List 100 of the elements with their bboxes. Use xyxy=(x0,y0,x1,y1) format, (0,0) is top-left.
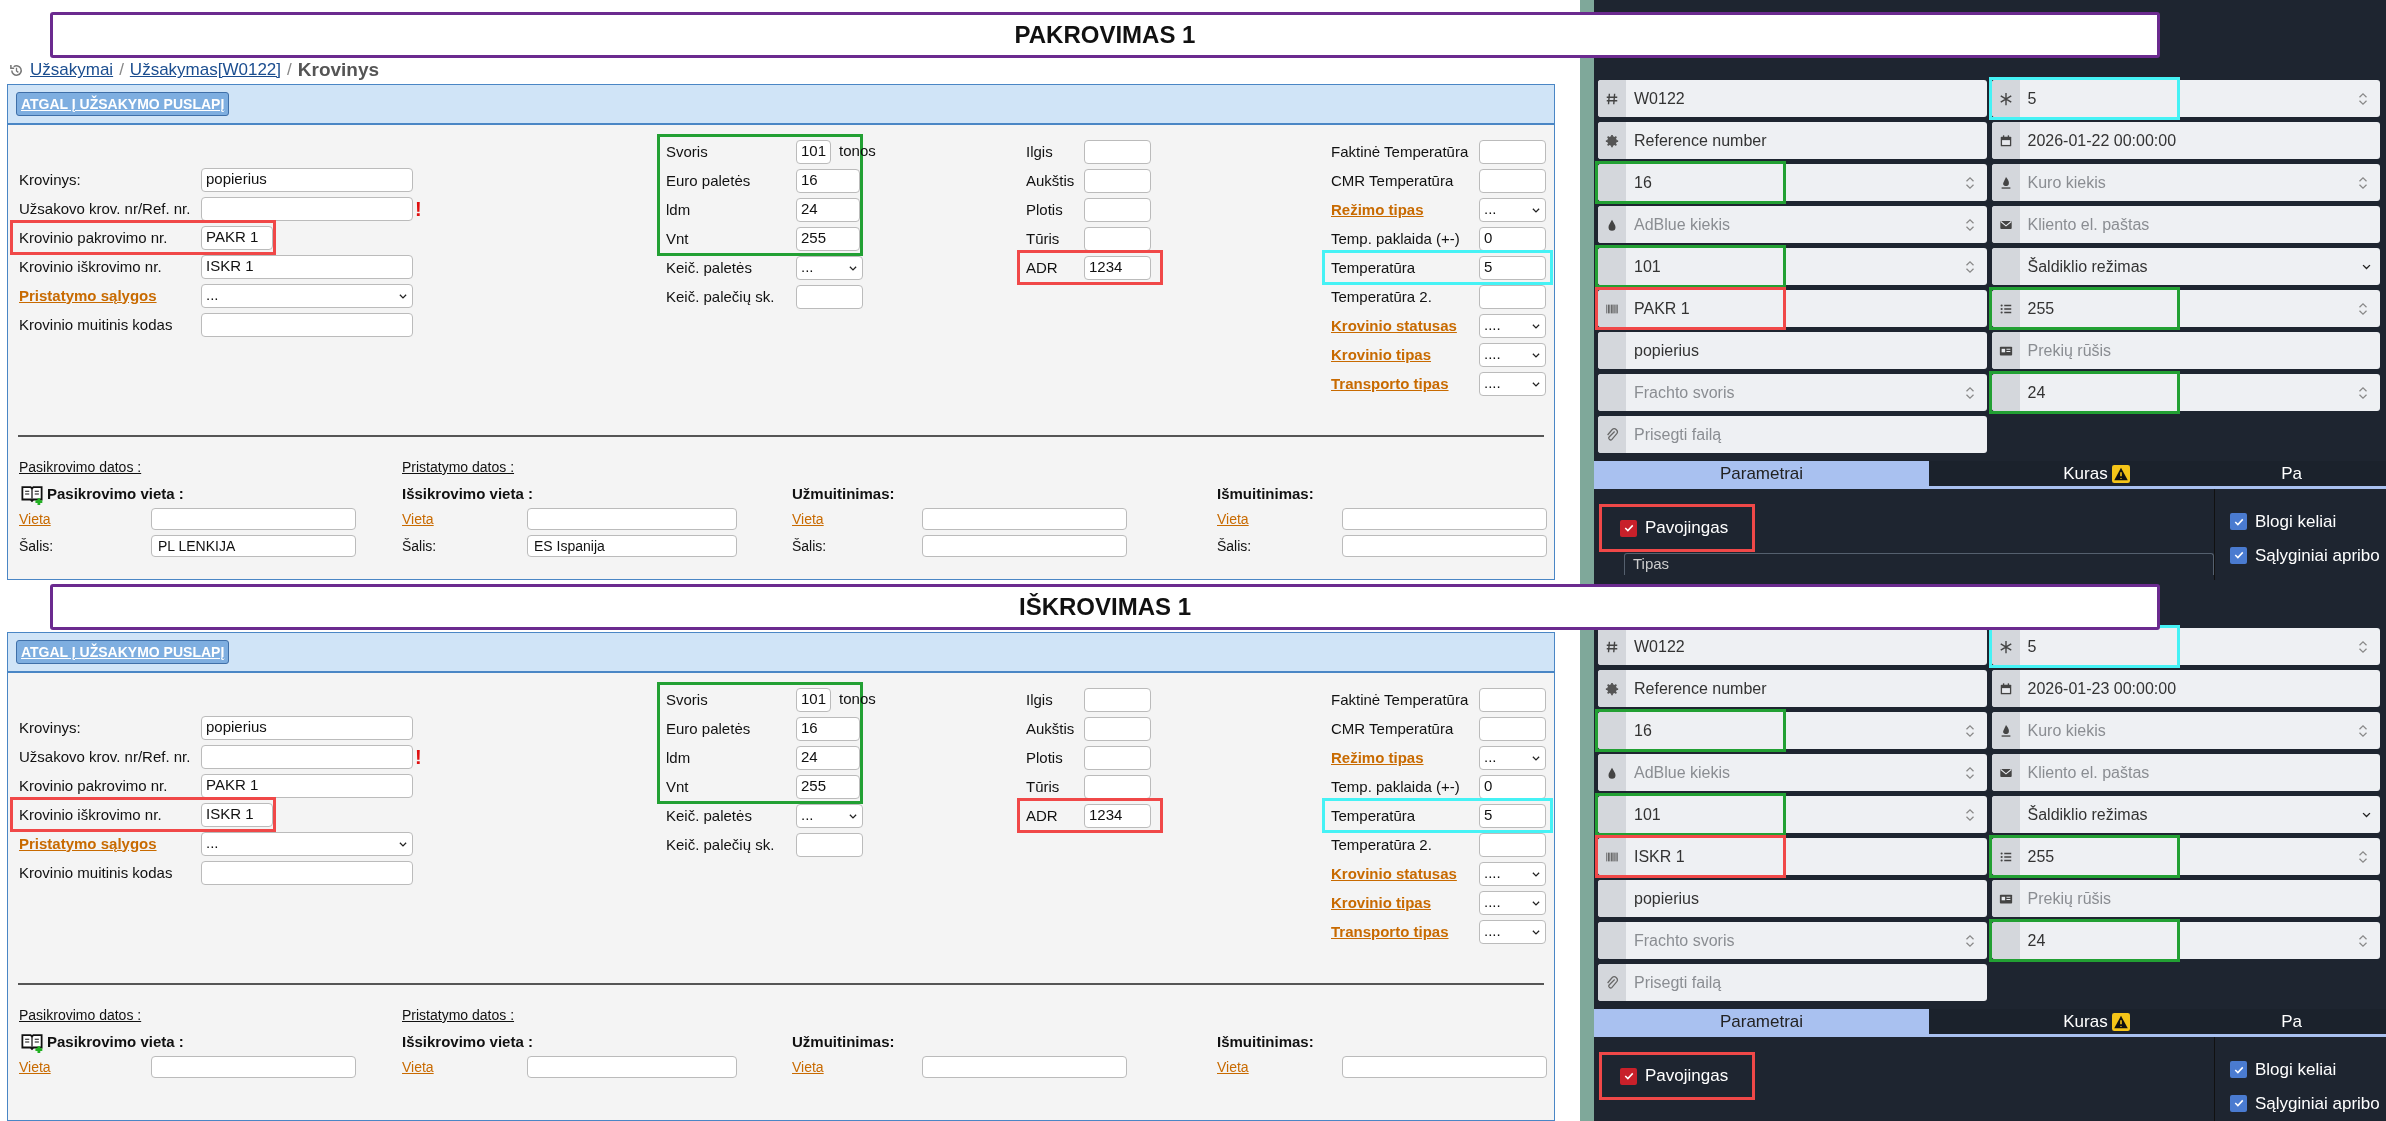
input-field[interactable]: ES Ispanija xyxy=(527,534,737,557)
tab[interactable]: Parametrai xyxy=(1594,1009,1929,1034)
dropdown[interactable]: .... xyxy=(1479,342,1546,367)
tab[interactable]: Kuras xyxy=(1929,461,2264,486)
checkbox[interactable] xyxy=(2230,1061,2247,1079)
tab[interactable]: Parametrai xyxy=(1594,461,1929,486)
field-label-link[interactable]: Vieta xyxy=(402,510,434,527)
input-field[interactable]: 5 xyxy=(1479,255,1546,280)
field-label-link[interactable]: Vieta xyxy=(402,1058,434,1075)
input-field[interactable]: popierius xyxy=(1598,880,1987,917)
input-field[interactable] xyxy=(201,196,413,221)
input-field[interactable]: 24 xyxy=(796,745,860,770)
input-field[interactable]: 16 xyxy=(796,716,860,741)
tab[interactable]: Kuras xyxy=(1929,1009,2264,1034)
input-field[interactable]: 255 xyxy=(796,774,860,799)
input-field[interactable]: 255 xyxy=(796,226,860,251)
input-field[interactable] xyxy=(151,507,356,530)
input-field[interactable] xyxy=(1479,284,1546,309)
input-field[interactable] xyxy=(201,860,413,885)
field-label-link[interactable]: Vieta xyxy=(19,1058,51,1075)
input-field[interactable] xyxy=(1479,168,1546,193)
input-field[interactable]: 5 xyxy=(1479,803,1546,828)
dropdown[interactable]: Šaldiklio režimas xyxy=(1991,796,2380,833)
input-field[interactable]: 16 xyxy=(796,168,860,193)
input-field[interactable] xyxy=(1084,139,1151,164)
input-field[interactable] xyxy=(527,1055,737,1078)
input-field[interactable] xyxy=(922,534,1127,557)
input-field[interactable]: 2026-01-23 00:00:00 xyxy=(1991,670,2380,707)
input-field[interactable]: 101 xyxy=(796,139,832,164)
dropdown[interactable]: ... xyxy=(1479,197,1546,222)
input-field[interactable]: 1234 xyxy=(1084,803,1151,828)
input-field[interactable]: ISKR 1 xyxy=(1598,838,1987,875)
input-field[interactable]: 5 xyxy=(1991,628,2380,665)
breadcrumb-link[interactable]: Užsakymai xyxy=(30,57,114,83)
input-field[interactable]: popierius xyxy=(1598,332,1987,369)
input-field[interactable] xyxy=(1084,197,1151,222)
input-field[interactable] xyxy=(1084,168,1151,193)
input-field[interactable] xyxy=(796,832,863,857)
input-field[interactable] xyxy=(527,507,737,530)
input-field[interactable]: 24 xyxy=(796,197,860,222)
input-field[interactable] xyxy=(1084,774,1151,799)
field-label-link[interactable]: Vieta xyxy=(19,510,51,527)
input-field[interactable]: 101 xyxy=(796,687,832,712)
input-field[interactable]: 255 xyxy=(1991,290,2380,327)
input-field[interactable]: 0 xyxy=(1479,226,1546,251)
checkbox[interactable] xyxy=(2230,1094,2247,1112)
checkbox[interactable] xyxy=(1620,519,1637,537)
input-field[interactable] xyxy=(1342,1055,1547,1078)
input-field[interactable] xyxy=(1479,687,1546,712)
input-field[interactable] xyxy=(796,284,863,309)
input-field[interactable] xyxy=(1084,687,1151,712)
input-field[interactable]: 5 xyxy=(1991,80,2380,117)
input-field[interactable]: 1234 xyxy=(1084,255,1151,280)
field-label-link[interactable]: Vieta xyxy=(792,510,824,527)
input-field[interactable]: Reference number xyxy=(1598,122,1987,159)
input-field[interactable]: Reference number xyxy=(1598,670,1987,707)
dropdown[interactable]: ... xyxy=(201,831,413,856)
input-field[interactable]: PAKR 1 xyxy=(1598,290,1987,327)
input-field[interactable]: 101 xyxy=(1598,796,1987,833)
dropdown[interactable]: ... xyxy=(796,803,863,828)
input-field[interactable]: 0 xyxy=(1479,774,1546,799)
input-field[interactable]: 16 xyxy=(1598,712,1987,749)
input-field[interactable] xyxy=(922,1055,1127,1078)
dropdown[interactable]: ... xyxy=(201,283,413,308)
dropdown[interactable]: Šaldiklio režimas xyxy=(1991,248,2380,285)
input-field[interactable] xyxy=(201,312,413,337)
checkbox[interactable] xyxy=(2230,513,2247,531)
input-field[interactable]: PL LENKIJA xyxy=(151,534,356,557)
input-field[interactable] xyxy=(922,507,1127,530)
input-field[interactable]: popierius xyxy=(201,715,413,740)
input-field[interactable]: PAKR 1 xyxy=(201,773,413,798)
input-field[interactable]: 16 xyxy=(1598,164,1987,201)
input-field[interactable]: W0122 xyxy=(1598,628,1987,665)
input-field[interactable]: 255 xyxy=(1991,838,2380,875)
tab[interactable]: Pa xyxy=(2264,461,2304,486)
input-field[interactable]: popierius xyxy=(201,167,413,192)
checkbox[interactable] xyxy=(2230,546,2247,564)
input-field[interactable]: ISKR 1 xyxy=(201,802,273,827)
input-field[interactable]: 24 xyxy=(1991,374,2380,411)
input-field[interactable] xyxy=(1479,832,1546,857)
input-field[interactable]: ISKR 1 xyxy=(201,254,413,279)
field-label-link[interactable]: Vieta xyxy=(1217,510,1249,527)
field-label-link[interactable]: Vieta xyxy=(1217,1058,1249,1075)
input-field[interactable]: 2026-01-22 00:00:00 xyxy=(1991,122,2380,159)
dropdown[interactable]: ... xyxy=(1479,745,1546,770)
input-field[interactable] xyxy=(1084,745,1151,770)
input-field[interactable] xyxy=(1084,226,1151,251)
checkbox[interactable] xyxy=(1620,1067,1637,1085)
tab[interactable]: Pa xyxy=(2264,1009,2304,1034)
input-field[interactable]: 101 xyxy=(1598,248,1987,285)
input-field[interactable] xyxy=(1479,139,1546,164)
input-field[interactable]: 24 xyxy=(1991,922,2380,959)
input-field[interactable]: W0122 xyxy=(1598,80,1987,117)
dropdown[interactable]: .... xyxy=(1479,919,1546,944)
dropdown[interactable]: Tipas xyxy=(1624,553,2214,575)
dropdown[interactable]: .... xyxy=(1479,371,1546,396)
input-field[interactable] xyxy=(151,1055,356,1078)
breadcrumb-link[interactable]: Užsakymas[W0122] xyxy=(129,57,282,83)
input-field[interactable] xyxy=(201,744,413,769)
input-field[interactable] xyxy=(1084,716,1151,741)
